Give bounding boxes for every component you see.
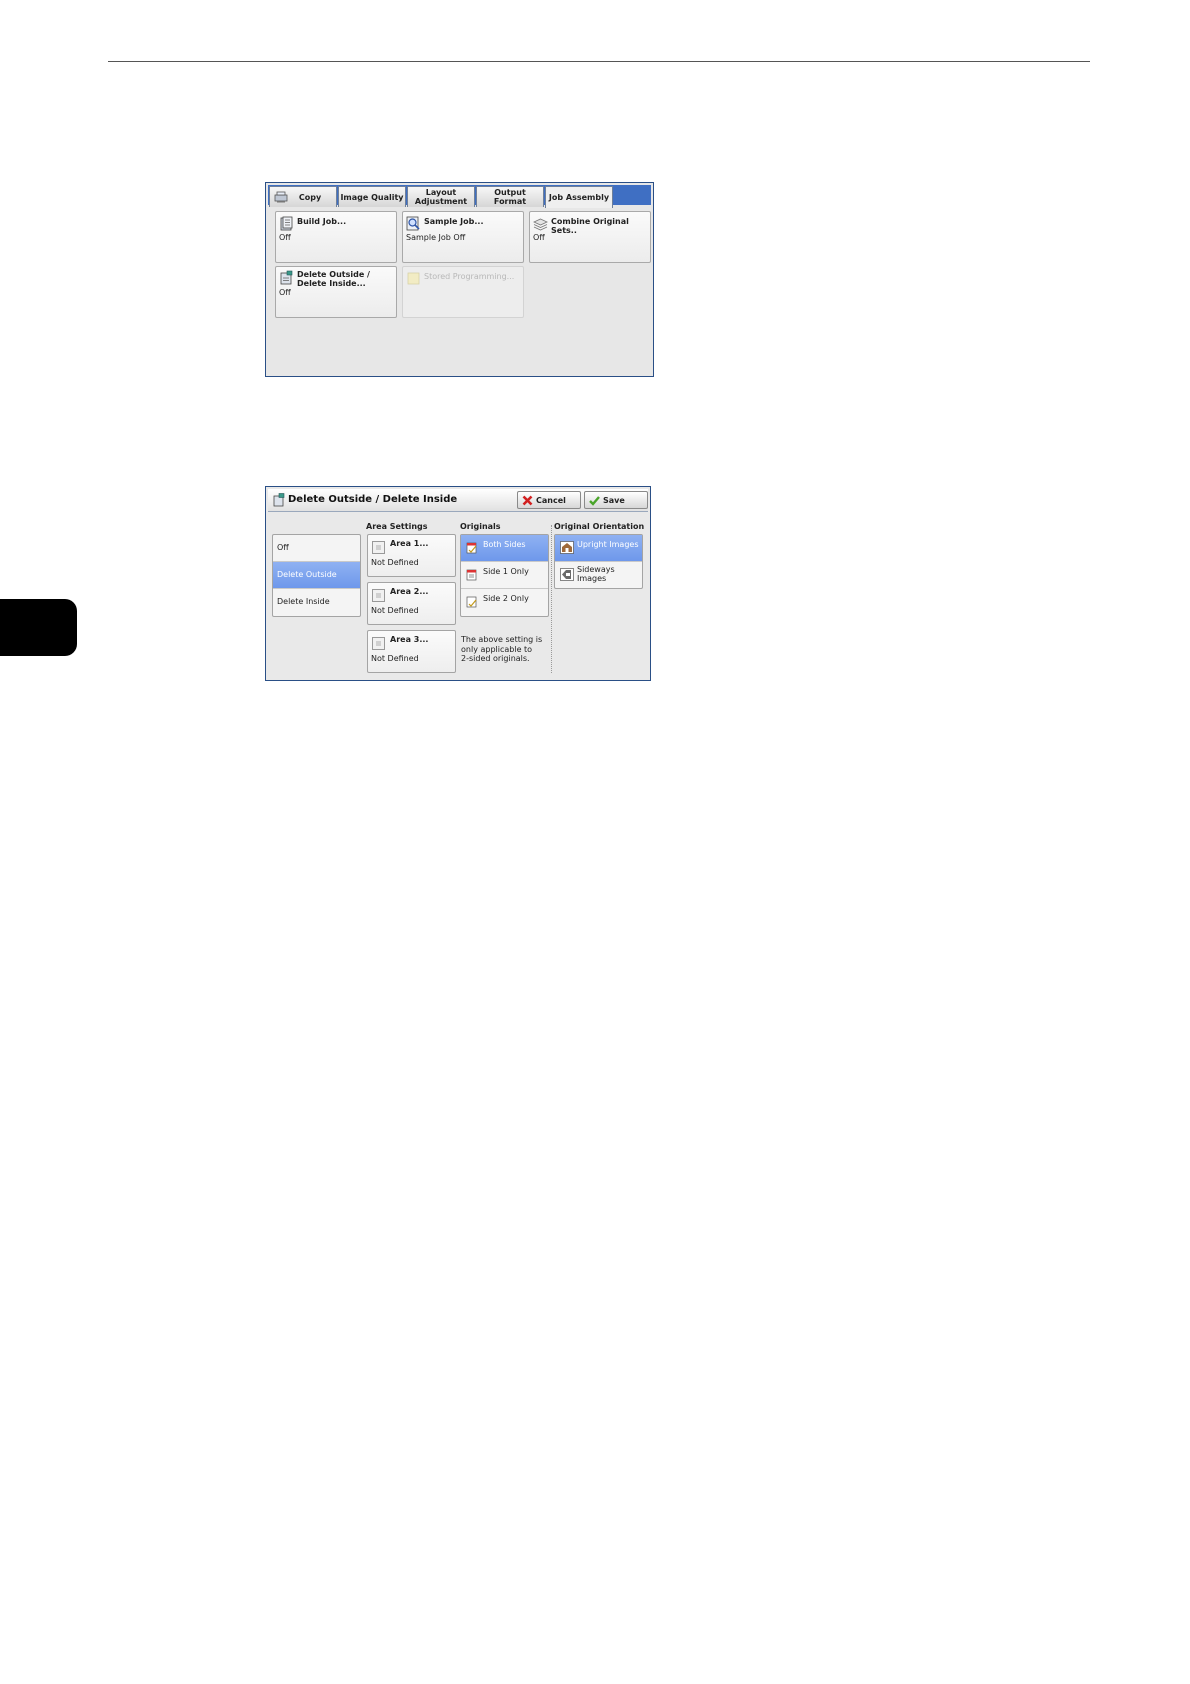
tab-copy-label: Copy [298, 192, 322, 202]
originals-option-both-sides[interactable]: Both Sides [461, 535, 548, 562]
stored-programming-button: Stored Programming... [402, 266, 524, 318]
area-3-button[interactable]: Area 3... Not Defined [367, 630, 456, 673]
orientation-option-upright-images[interactable]: Upright Images [555, 535, 642, 562]
orientation-option-sideways-images[interactable]: Sideways Images [555, 562, 642, 589]
delete-outside-inside-screen: Delete Outside / Delete Inside Cancel Sa… [265, 486, 651, 681]
cancel-label: Cancel [536, 496, 566, 505]
delete-outside-inside-button[interactable]: Delete Outside / Delete Inside... Off [275, 266, 397, 318]
stored-programming-title: Stored Programming... [424, 272, 515, 281]
mode-list: Off Delete Outside Delete Inside [272, 534, 361, 617]
tab-bar: Copy Image Quality Layout Adjustment Out… [268, 185, 651, 208]
tab-job-assembly[interactable]: Job Assembly [545, 186, 613, 208]
stack-icon [533, 218, 548, 231]
delete-outside-inside-title: Delete Outside / Delete Inside... [297, 270, 370, 288]
originals-list: Both Sides Side 1 Only Side 2 Only [460, 534, 549, 617]
tab-layout-adjustment[interactable]: Layout Adjustment [407, 186, 475, 207]
area-checkbox-icon [372, 541, 385, 554]
column-divider [551, 525, 552, 673]
area-3-title: Area 3... [390, 635, 429, 644]
build-job-value: Off [279, 233, 291, 242]
originals-note: The above setting is only applicable to … [461, 635, 543, 663]
sample-job-value: Sample Job Off [406, 233, 466, 242]
side-2-icon [466, 596, 477, 608]
area-settings-heading: Area Settings [366, 522, 428, 531]
tab-image-quality-label: Image Quality [340, 192, 404, 202]
delete-area-icon [273, 493, 285, 507]
both-sides-icon [466, 542, 477, 554]
screen-header: Delete Outside / Delete Inside Cancel Sa… [268, 489, 648, 512]
area-1-title: Area 1... [390, 539, 429, 548]
header-rule [108, 61, 1090, 62]
area-2-value: Not Defined [371, 606, 419, 615]
orientation-list: Upright Images Sideways Images [554, 534, 643, 589]
orientation-option-label: Upright Images [577, 540, 639, 549]
originals-option-label: Side 2 Only [483, 594, 529, 603]
build-job-icon [280, 216, 293, 231]
stored-programming-icon [407, 272, 420, 285]
mode-option-label: Delete Inside [277, 597, 330, 606]
tab-image-quality[interactable]: Image Quality [338, 186, 406, 207]
cancel-x-icon [522, 495, 533, 506]
mode-option-delete-outside[interactable]: Delete Outside [273, 562, 360, 589]
delete-outside-inside-value: Off [279, 288, 291, 297]
sample-job-title: Sample Job... [424, 217, 484, 226]
save-button[interactable]: Save [584, 491, 648, 509]
tab-layout-adjustment-label: Layout Adjustment [414, 188, 468, 206]
mode-option-label: Off [277, 543, 289, 552]
screen-title: Delete Outside / Delete Inside [288, 494, 458, 505]
checkmark-icon [589, 496, 600, 506]
area-1-button[interactable]: Area 1... Not Defined [367, 534, 456, 577]
combine-original-sets-button[interactable]: Combine Original Sets.. Off [529, 211, 651, 263]
side-1-icon [466, 569, 477, 581]
copier-icon [274, 191, 288, 203]
mode-option-off[interactable]: Off [273, 535, 360, 562]
mode-option-label: Delete Outside [277, 570, 337, 579]
originals-option-side-1-only[interactable]: Side 1 Only [461, 562, 548, 589]
tab-output-format-label: Output Format [493, 188, 527, 206]
area-checkbox-icon [372, 589, 385, 602]
area-3-value: Not Defined [371, 654, 419, 663]
originals-option-side-2-only[interactable]: Side 2 Only [461, 589, 548, 616]
original-orientation-heading: Original Orientation [554, 522, 645, 531]
upright-image-icon [560, 541, 574, 554]
tab-copy[interactable]: Copy [269, 186, 337, 207]
originals-heading: Originals [460, 522, 501, 531]
build-job-button[interactable]: Build Job... Off [275, 211, 397, 263]
combine-original-sets-title: Combine Original Sets.. [551, 217, 629, 235]
chapter-tab [0, 599, 77, 656]
save-label: Save [603, 496, 625, 505]
originals-option-label: Side 1 Only [483, 567, 529, 576]
orientation-option-label: Sideways Images [577, 565, 615, 583]
cancel-button[interactable]: Cancel [517, 491, 581, 509]
area-2-button[interactable]: Area 2... Not Defined [367, 582, 456, 625]
area-checkbox-icon [372, 637, 385, 650]
delete-area-icon [280, 270, 293, 285]
area-1-value: Not Defined [371, 558, 419, 567]
build-job-title: Build Job... [297, 217, 347, 226]
sideways-image-icon [560, 568, 574, 581]
sample-job-button[interactable]: Sample Job... Sample Job Off [402, 211, 524, 263]
copy-job-assembly-screen: Copy Image Quality Layout Adjustment Out… [265, 182, 654, 377]
tab-job-assembly-label: Job Assembly [548, 193, 610, 202]
tab-output-format[interactable]: Output Format [476, 186, 544, 207]
originals-option-label: Both Sides [483, 540, 526, 549]
area-2-title: Area 2... [390, 587, 429, 596]
combine-original-sets-value: Off [533, 233, 545, 242]
magnifier-icon [406, 216, 420, 231]
mode-option-delete-inside[interactable]: Delete Inside [273, 589, 360, 616]
